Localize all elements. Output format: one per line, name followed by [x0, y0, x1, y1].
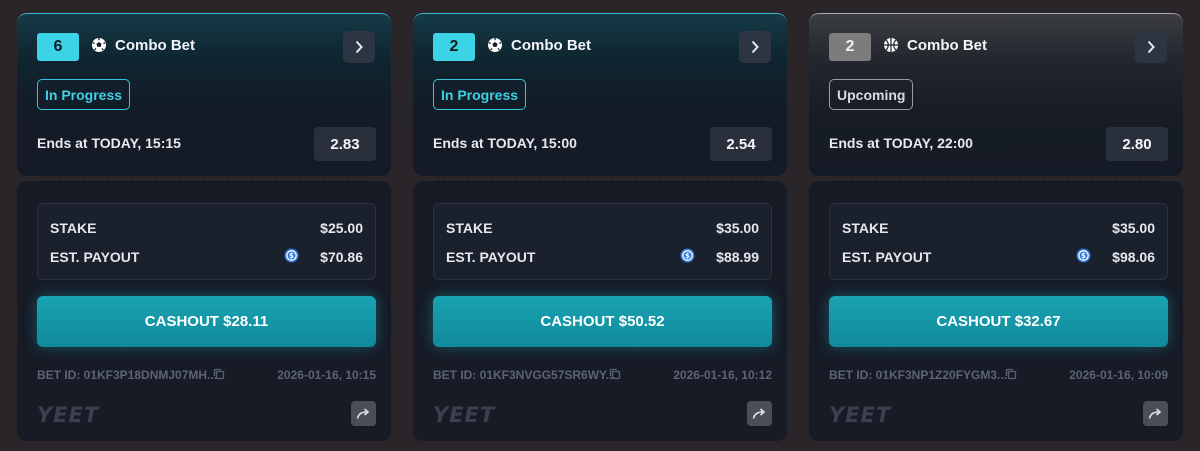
- chevron-right-icon: [1147, 40, 1155, 54]
- selection-count-badge: 2: [433, 33, 475, 61]
- status-badge: In Progress: [433, 79, 527, 110]
- stake-value: $25.00: [320, 220, 363, 236]
- payout-label: EST. PAYOUT: [446, 249, 536, 265]
- odds-value: 2.80: [1106, 127, 1168, 161]
- bet-date: 2026-01-16, 10:12: [673, 368, 772, 382]
- share-button[interactable]: [747, 401, 772, 426]
- bet-id: BET ID: 01KF3NVGG57SR6WY...: [433, 368, 616, 382]
- bet-date: 2026-01-16, 10:15: [277, 368, 376, 382]
- bet-id: BET ID: 01KF3P18DNMJ07MH...: [37, 368, 218, 382]
- copy-icon[interactable]: [213, 368, 225, 380]
- cashout-button[interactable]: CASHOUT $50.52: [433, 296, 772, 347]
- share-button[interactable]: [351, 401, 376, 426]
- svg-text:$: $: [685, 251, 690, 260]
- selection-count-badge: 2: [829, 33, 871, 61]
- ends-at-text: Ends at TODAY, 22:00: [829, 135, 973, 151]
- payout-label: EST. PAYOUT: [842, 249, 932, 265]
- payout-label: EST. PAYOUT: [50, 249, 140, 265]
- stake-panel: STAKE $35.00 EST. PAYOUT $ $98.06: [829, 203, 1168, 280]
- stake-value: $35.00: [716, 220, 759, 236]
- share-button[interactable]: [1143, 401, 1168, 426]
- share-icon: [1148, 408, 1162, 419]
- open-bet-button[interactable]: [343, 31, 375, 63]
- stake-panel: STAKE $25.00 EST. PAYOUT $ $70.86: [37, 203, 376, 280]
- payout-value: $70.86: [320, 249, 363, 265]
- soccer-ball-icon: [92, 38, 106, 52]
- soccer-ball-icon: [488, 38, 502, 52]
- bet-title: Combo Bet: [907, 37, 987, 54]
- bet-card: 6 Combo Bet In Progress Ends at TODAY, 1…: [17, 13, 391, 441]
- share-icon: [356, 408, 370, 419]
- bet-card: 2 Combo Bet In Progress Ends at TODAY, 1…: [413, 13, 787, 441]
- yeet-logo: YEET: [433, 403, 496, 427]
- payout-value: $88.99: [716, 249, 759, 265]
- odds-value: 2.54: [710, 127, 772, 161]
- ends-at-text: Ends at TODAY, 15:00: [433, 135, 577, 151]
- yeet-logo: YEET: [829, 403, 892, 427]
- svg-text:$: $: [289, 251, 294, 260]
- usdc-coin-icon: $: [284, 248, 299, 263]
- stake-value: $35.00: [1112, 220, 1155, 236]
- stake-label: STAKE: [842, 220, 889, 236]
- copy-icon[interactable]: [1005, 368, 1017, 380]
- svg-text:$: $: [1081, 251, 1086, 260]
- bet-date: 2026-01-16, 10:09: [1069, 368, 1168, 382]
- perforation-divider: [831, 173, 1161, 185]
- bet-card: 2 Combo Bet Upcoming Ends at TODAY, 22:0…: [809, 13, 1183, 441]
- status-badge: In Progress: [37, 79, 131, 110]
- cashout-button[interactable]: CASHOUT $32.67: [829, 296, 1168, 347]
- ends-at-text: Ends at TODAY, 15:15: [37, 135, 181, 151]
- bet-id: BET ID: 01KF3NP1Z20FYGM3...: [829, 368, 1008, 382]
- usdc-coin-icon: $: [1076, 248, 1091, 263]
- cashout-button[interactable]: CASHOUT $28.11: [37, 296, 376, 347]
- chevron-right-icon: [355, 40, 363, 54]
- status-badge: Upcoming: [829, 79, 914, 110]
- odds-value: 2.83: [314, 127, 376, 161]
- stake-label: STAKE: [50, 220, 97, 236]
- share-icon: [752, 408, 766, 419]
- stake-panel: STAKE $35.00 EST. PAYOUT $ $88.99: [433, 203, 772, 280]
- selection-count-badge: 6: [37, 33, 79, 61]
- payout-value: $98.06: [1112, 249, 1155, 265]
- open-bet-button[interactable]: [739, 31, 771, 63]
- usdc-coin-icon: $: [680, 248, 695, 263]
- open-bet-button[interactable]: [1135, 31, 1167, 63]
- yeet-logo: YEET: [37, 403, 100, 427]
- stake-label: STAKE: [446, 220, 493, 236]
- perforation-divider: [39, 173, 369, 185]
- bet-title: Combo Bet: [115, 37, 195, 54]
- basketball-icon: [884, 38, 898, 52]
- perforation-divider: [435, 173, 765, 185]
- bet-title: Combo Bet: [511, 37, 591, 54]
- copy-icon[interactable]: [609, 368, 621, 380]
- chevron-right-icon: [751, 40, 759, 54]
